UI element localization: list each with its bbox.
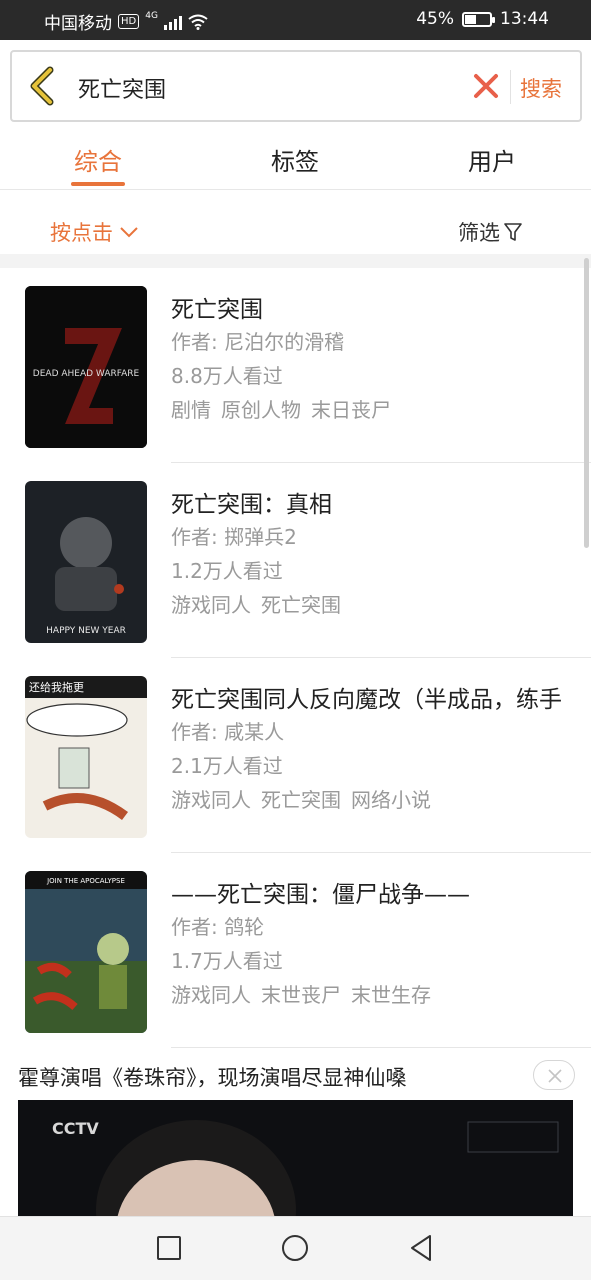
item-title: 死亡突围同人反向魔改（半成品，练手 xyxy=(171,687,562,713)
item-views: 1.2万人看过 xyxy=(171,559,283,583)
ad-close-button[interactable] xyxy=(533,1060,575,1090)
battery-icon xyxy=(462,11,495,27)
tag[interactable]: 原创人物 xyxy=(221,394,301,423)
recent-apps-button[interactable] xyxy=(154,1233,184,1263)
tag[interactable]: 死亡突围 xyxy=(261,589,341,618)
ad-title[interactable]: 霍尊演唱《卷珠帘》，现场演唱尽显神仙嗓 xyxy=(18,1062,407,1092)
square-icon xyxy=(157,1236,181,1260)
divider xyxy=(171,1047,591,1048)
tag[interactable]: 游戏同人 xyxy=(171,784,251,813)
tab-tags[interactable]: 标签 xyxy=(235,142,355,177)
section-gap xyxy=(0,254,591,268)
tag[interactable]: 游戏同人 xyxy=(171,589,251,618)
tag[interactable]: 末世丧尸 xyxy=(261,979,341,1008)
search-input[interactable]: 死亡突围 xyxy=(78,72,166,104)
item-title: 死亡突围 xyxy=(171,297,263,323)
tag[interactable]: 剧情 xyxy=(171,394,211,423)
sort-label: 按点击 xyxy=(50,221,113,245)
cover-image: JOIN THE APOCALYPSE xyxy=(25,871,147,1033)
item-author: 作者: 掷弹兵2 xyxy=(171,525,297,549)
list-item[interactable]: DEAD AHEAD WARFARE 死亡突围 作者: 尼泊尔的滑稽 8.8万人… xyxy=(0,268,591,463)
cover-image: DEAD AHEAD WARFARE xyxy=(25,286,147,448)
cover-image: HAPPY NEW YEAR xyxy=(25,481,147,643)
funnel-icon xyxy=(504,223,522,241)
hd-icon: HD xyxy=(118,14,140,29)
clock: 13:44 xyxy=(500,9,549,29)
list-item[interactable]: 还给我拖更 死亡突围同人反向魔改（半成品，练手 作者: 咸某人 2.1万人看过 … xyxy=(0,658,591,853)
search-bar: 死亡突围 搜索 xyxy=(10,50,582,122)
home-button[interactable] xyxy=(280,1233,310,1263)
chevron-left-icon xyxy=(30,66,54,106)
cover-text: 还给我拖更 xyxy=(29,680,84,694)
sort-dropdown[interactable]: 按点击 xyxy=(50,217,139,247)
item-views: 2.1万人看过 xyxy=(171,754,283,778)
cover-text: DEAD AHEAD WARFARE xyxy=(33,369,140,379)
close-icon xyxy=(548,1069,562,1083)
cover-image: 还给我拖更 xyxy=(25,676,147,838)
network-type: 4G xyxy=(145,10,158,21)
chevron-down-icon xyxy=(120,227,138,238)
tag[interactable]: 网络小说 xyxy=(351,784,431,813)
search-button[interactable]: 搜索 xyxy=(520,73,562,103)
tag[interactable]: 末日丧尸 xyxy=(311,394,391,423)
ad-image[interactable]: CCTV xyxy=(18,1100,573,1218)
circle-icon xyxy=(282,1235,308,1261)
system-nav-bar xyxy=(0,1216,591,1280)
filter-button[interactable]: 筛选 xyxy=(458,217,522,247)
item-author: 作者: 尼泊尔的滑稽 xyxy=(171,330,345,354)
item-views: 8.8万人看过 xyxy=(171,364,283,388)
item-views: 1.7万人看过 xyxy=(171,949,283,973)
item-author: 作者: 咸某人 xyxy=(171,720,285,744)
filter-label: 筛选 xyxy=(458,221,500,245)
sort-row: 按点击 筛选 xyxy=(0,190,591,254)
list-item[interactable]: JOIN THE APOCALYPSE ——死亡突围：僵尸战争—— 作者: 鸽轮… xyxy=(0,853,591,1048)
item-title: 死亡突围：真相 xyxy=(171,492,332,518)
item-tags: 游戏同人 死亡突围 网络小说 xyxy=(171,784,431,813)
tag[interactable]: 游戏同人 xyxy=(171,979,251,1008)
tab-users[interactable]: 用户 xyxy=(432,142,552,177)
item-tags: 游戏同人 末世丧尸 末世生存 xyxy=(171,979,431,1008)
wifi-icon xyxy=(188,14,208,30)
battery-percent: 45% xyxy=(416,9,454,29)
tag[interactable]: 末世生存 xyxy=(351,979,431,1008)
cover-text: JOIN THE APOCALYPSE xyxy=(46,877,125,885)
divider xyxy=(510,70,511,104)
triangle-back-icon xyxy=(411,1235,431,1261)
item-tags: 游戏同人 死亡突围 xyxy=(171,589,341,618)
carrier-label: 中国移动 xyxy=(44,14,112,34)
tab-comprehensive[interactable]: 综合 xyxy=(38,142,158,177)
item-title: ——死亡突围：僵尸战争—— xyxy=(171,882,470,908)
clear-button[interactable] xyxy=(472,72,500,100)
back-button[interactable] xyxy=(26,66,66,106)
cover-text: HAPPY NEW YEAR xyxy=(46,626,126,636)
item-author: 作者: 鸽轮 xyxy=(171,915,265,939)
tag[interactable]: 死亡突围 xyxy=(261,784,341,813)
signal-icon xyxy=(163,14,182,30)
back-nav-button[interactable] xyxy=(406,1233,436,1263)
cctv-logo: CCTV xyxy=(52,1119,99,1138)
tab-bar: 综合 标签 用户 xyxy=(0,124,591,190)
tab-indicator xyxy=(71,182,125,186)
item-tags: 剧情 原创人物 末日丧尸 xyxy=(171,394,391,423)
list-item[interactable]: HAPPY NEW YEAR 死亡突围：真相 作者: 掷弹兵2 1.2万人看过 … xyxy=(0,463,591,658)
scrollbar[interactable] xyxy=(584,258,589,548)
close-icon xyxy=(474,74,498,98)
status-bar: 中国移动 HD 4G 45% 13:44 xyxy=(0,0,591,40)
